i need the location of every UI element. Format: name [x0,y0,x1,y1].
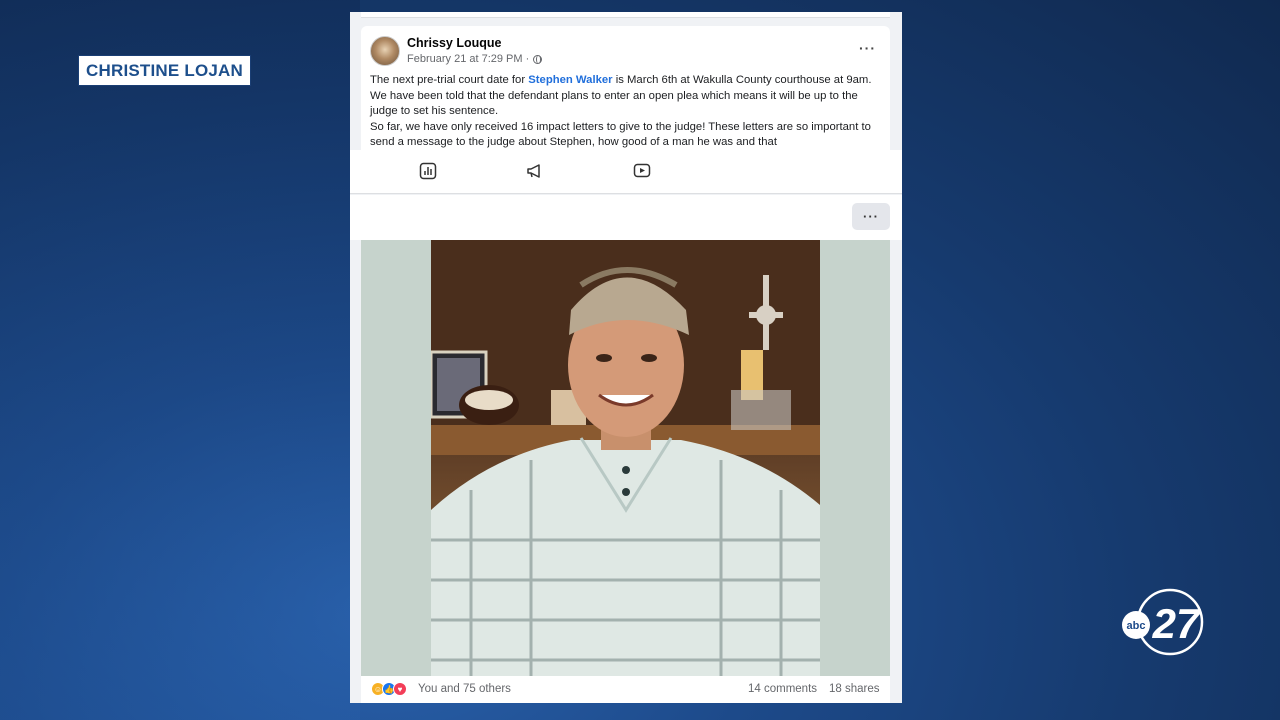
globe-icon [533,54,543,64]
post-timestamp[interactable]: February 21 at 7:29 PM · [407,53,543,65]
insights-icon[interactable] [419,162,437,180]
post-photo[interactable] [431,240,820,676]
photo-illustration [431,240,820,676]
photo-container [361,240,890,676]
mention-link[interactable]: Stephen Walker [528,74,612,86]
post-body: The next pre-trial court date for Stephe… [370,73,880,151]
comments-count[interactable]: 14 comments [748,683,817,695]
author-name[interactable]: Chrissy Louque [407,36,501,50]
reaction-icons[interactable]: ☺ 👍 ♥ [371,682,407,696]
reporter-name: CHRISTINE LOJAN [86,60,243,80]
abc-logo-text: abc [1127,620,1146,632]
reactions-count[interactable]: You and 75 others [418,683,511,695]
love-reaction-icon: ♥ [393,682,407,696]
engagement-bar: ☺ 👍 ♥ You and 75 others 14 comments 18 s… [361,676,890,703]
reporter-name-tag: CHRISTINE LOJAN [78,55,251,86]
background-gradient [0,0,360,720]
more-options-button[interactable]: ··· [852,203,890,230]
post-toolbar [350,150,902,194]
video-icon[interactable] [633,162,651,180]
shares-count[interactable]: 18 shares [829,683,880,695]
post-actions-row: ··· [350,195,902,240]
previous-post-edge [361,12,890,18]
post-text-intro: The next pre-trial court date for [370,74,529,86]
author-avatar[interactable] [370,36,400,66]
timestamp-text: February 21 at 7:29 PM · [407,53,530,65]
channel-number: 27 [1152,600,1201,647]
facebook-post-screenshot: Chrissy Louque February 21 at 7:29 PM · … [350,12,902,703]
post-card: Chrissy Louque February 21 at 7:29 PM · … [361,26,890,166]
post-text-paragraph-2: So far, we have only received 16 impact … [370,120,871,149]
abc27-logo: abc 27 [1122,588,1204,656]
megaphone-icon[interactable] [526,162,544,180]
post-options-button[interactable]: ··· [859,40,876,56]
